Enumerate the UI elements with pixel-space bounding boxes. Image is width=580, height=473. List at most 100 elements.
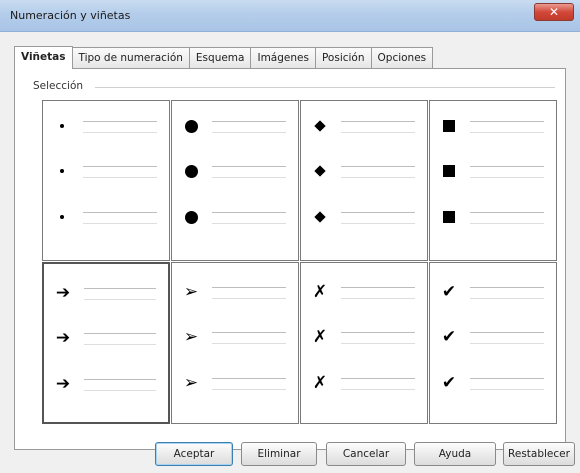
bullet-option-large-dot[interactable] [171,100,299,261]
preview-text-lines [84,288,156,310]
preview-text-lines [341,212,415,234]
preview-text-lines [212,332,286,354]
bullet-preview-row: ✔ [436,277,548,307]
dialog-body: Viñetas Tipo de numeración Esquema Imáge… [0,32,580,473]
tab-tipo-de-numeracion[interactable]: Tipo de numeración [72,47,190,68]
arrowhead-icon: ➢ [183,281,199,302]
cancel-button[interactable]: Cancelar [326,442,406,466]
preview-text-lines [212,378,286,400]
bullet-preview-row: ✗ [307,322,419,352]
tab-opciones[interactable]: Opciones [371,47,434,68]
bullet-preview-row [307,111,419,141]
preview-text-lines [84,333,156,355]
diamond-icon [307,162,333,180]
preview-text-lines [212,287,286,309]
bullet-preview-row [307,202,419,232]
diamond-icon [307,208,333,226]
bullet-preview-row [307,156,419,186]
tab-vinetas[interactable]: Viñetas [14,46,73,69]
bullet-preview-row [178,202,290,232]
bullet-preview-row [436,202,548,232]
diamond-icon [307,117,333,135]
check-mark-icon: ✔ [441,326,457,347]
close-button[interactable]: ✕ [534,3,574,21]
bullet-preview-row [178,156,290,186]
bullet-grid: ➔ ➔ ➔ ➢ ➢ ➢ ✗ ✗ ✗ ✔ ✔ ✔ [42,100,558,425]
ok-button[interactable]: Aceptar [155,442,233,466]
preview-text-lines [341,121,415,143]
preview-text-lines [212,212,286,234]
square-icon [436,162,462,180]
preview-text-lines [341,287,415,309]
bullet-preview-row [178,111,290,141]
bullet-preview-row: ➢ [178,368,290,398]
preview-text-lines [470,166,544,188]
tab-panel: Selección ➔ ➔ ➔ ➢ ➢ ➢ ✗ ✗ ✗ ✔ ✔ ✔ [14,68,566,450]
arrow-icon: ➔ [55,327,71,348]
preview-text-lines [83,121,157,143]
square-icon [436,208,462,226]
preview-text-lines [212,166,286,188]
small-dot-icon [49,162,75,180]
tab-bar: Viñetas Tipo de numeración Esquema Imáge… [14,46,434,69]
bullet-preview-row: ➔ [50,278,160,308]
large-dot-icon [178,208,204,226]
preview-text-lines [83,212,157,234]
small-dot-icon [49,117,75,135]
bullet-preview-row: ➢ [178,277,290,307]
bullet-preview-row: ✗ [307,277,419,307]
preview-text-lines [341,378,415,400]
preview-text-lines [212,121,286,143]
bullet-preview-row: ✔ [436,322,548,352]
bullet-option-diamond[interactable] [300,100,428,261]
bullet-preview-row [436,111,548,141]
tab-posicion[interactable]: Posición [315,47,372,68]
delete-button[interactable]: Eliminar [241,442,317,466]
section-label: Selección [33,80,90,92]
bullet-preview-row [49,111,161,141]
x-mark-icon: ✗ [312,372,328,393]
help-button[interactable]: Ayuda [414,442,496,466]
preview-text-lines [470,332,544,354]
window-title: Numeración y viñetas [10,9,131,22]
bullet-option-x-mark[interactable]: ✗ ✗ ✗ [300,262,428,424]
small-dot-icon [49,208,75,226]
preview-text-lines [83,166,157,188]
preview-text-lines [341,166,415,188]
large-dot-icon [178,162,204,180]
preview-text-lines [84,379,156,401]
x-mark-icon: ✗ [312,326,328,347]
section-divider [95,87,555,88]
title-bar[interactable]: Numeración y viñetas ✕ [0,0,580,32]
bullet-preview-row: ➔ [50,369,160,399]
bullet-preview-row [49,156,161,186]
preview-text-lines [341,332,415,354]
bullet-option-arrow[interactable]: ➔ ➔ ➔ [42,262,170,424]
bullet-option-check-mark[interactable]: ✔ ✔ ✔ [429,262,557,424]
arrowhead-icon: ➢ [183,372,199,393]
bullet-preview-row: ✗ [307,368,419,398]
arrow-icon: ➔ [55,282,71,303]
preview-text-lines [470,378,544,400]
bullet-option-small-dot[interactable] [42,100,170,261]
preview-text-lines [470,287,544,309]
x-mark-icon: ✗ [312,281,328,302]
check-mark-icon: ✔ [441,372,457,393]
preview-text-lines [470,121,544,143]
preview-text-lines [470,212,544,234]
tab-imagenes[interactable]: Imágenes [251,47,316,68]
bullet-preview-row [436,156,548,186]
square-icon [436,117,462,135]
large-dot-icon [178,117,204,135]
reset-button[interactable]: Restablecer [503,442,575,466]
arrow-icon: ➔ [55,373,71,394]
bullet-option-square[interactable] [429,100,557,261]
arrowhead-icon: ➢ [183,326,199,347]
bullet-preview-row [49,202,161,232]
bullet-preview-row: ➔ [50,323,160,353]
bullet-preview-row: ➢ [178,322,290,352]
bullet-preview-row: ✔ [436,368,548,398]
check-mark-icon: ✔ [441,281,457,302]
bullet-option-arrowhead[interactable]: ➢ ➢ ➢ [171,262,299,424]
tab-esquema[interactable]: Esquema [189,47,252,68]
